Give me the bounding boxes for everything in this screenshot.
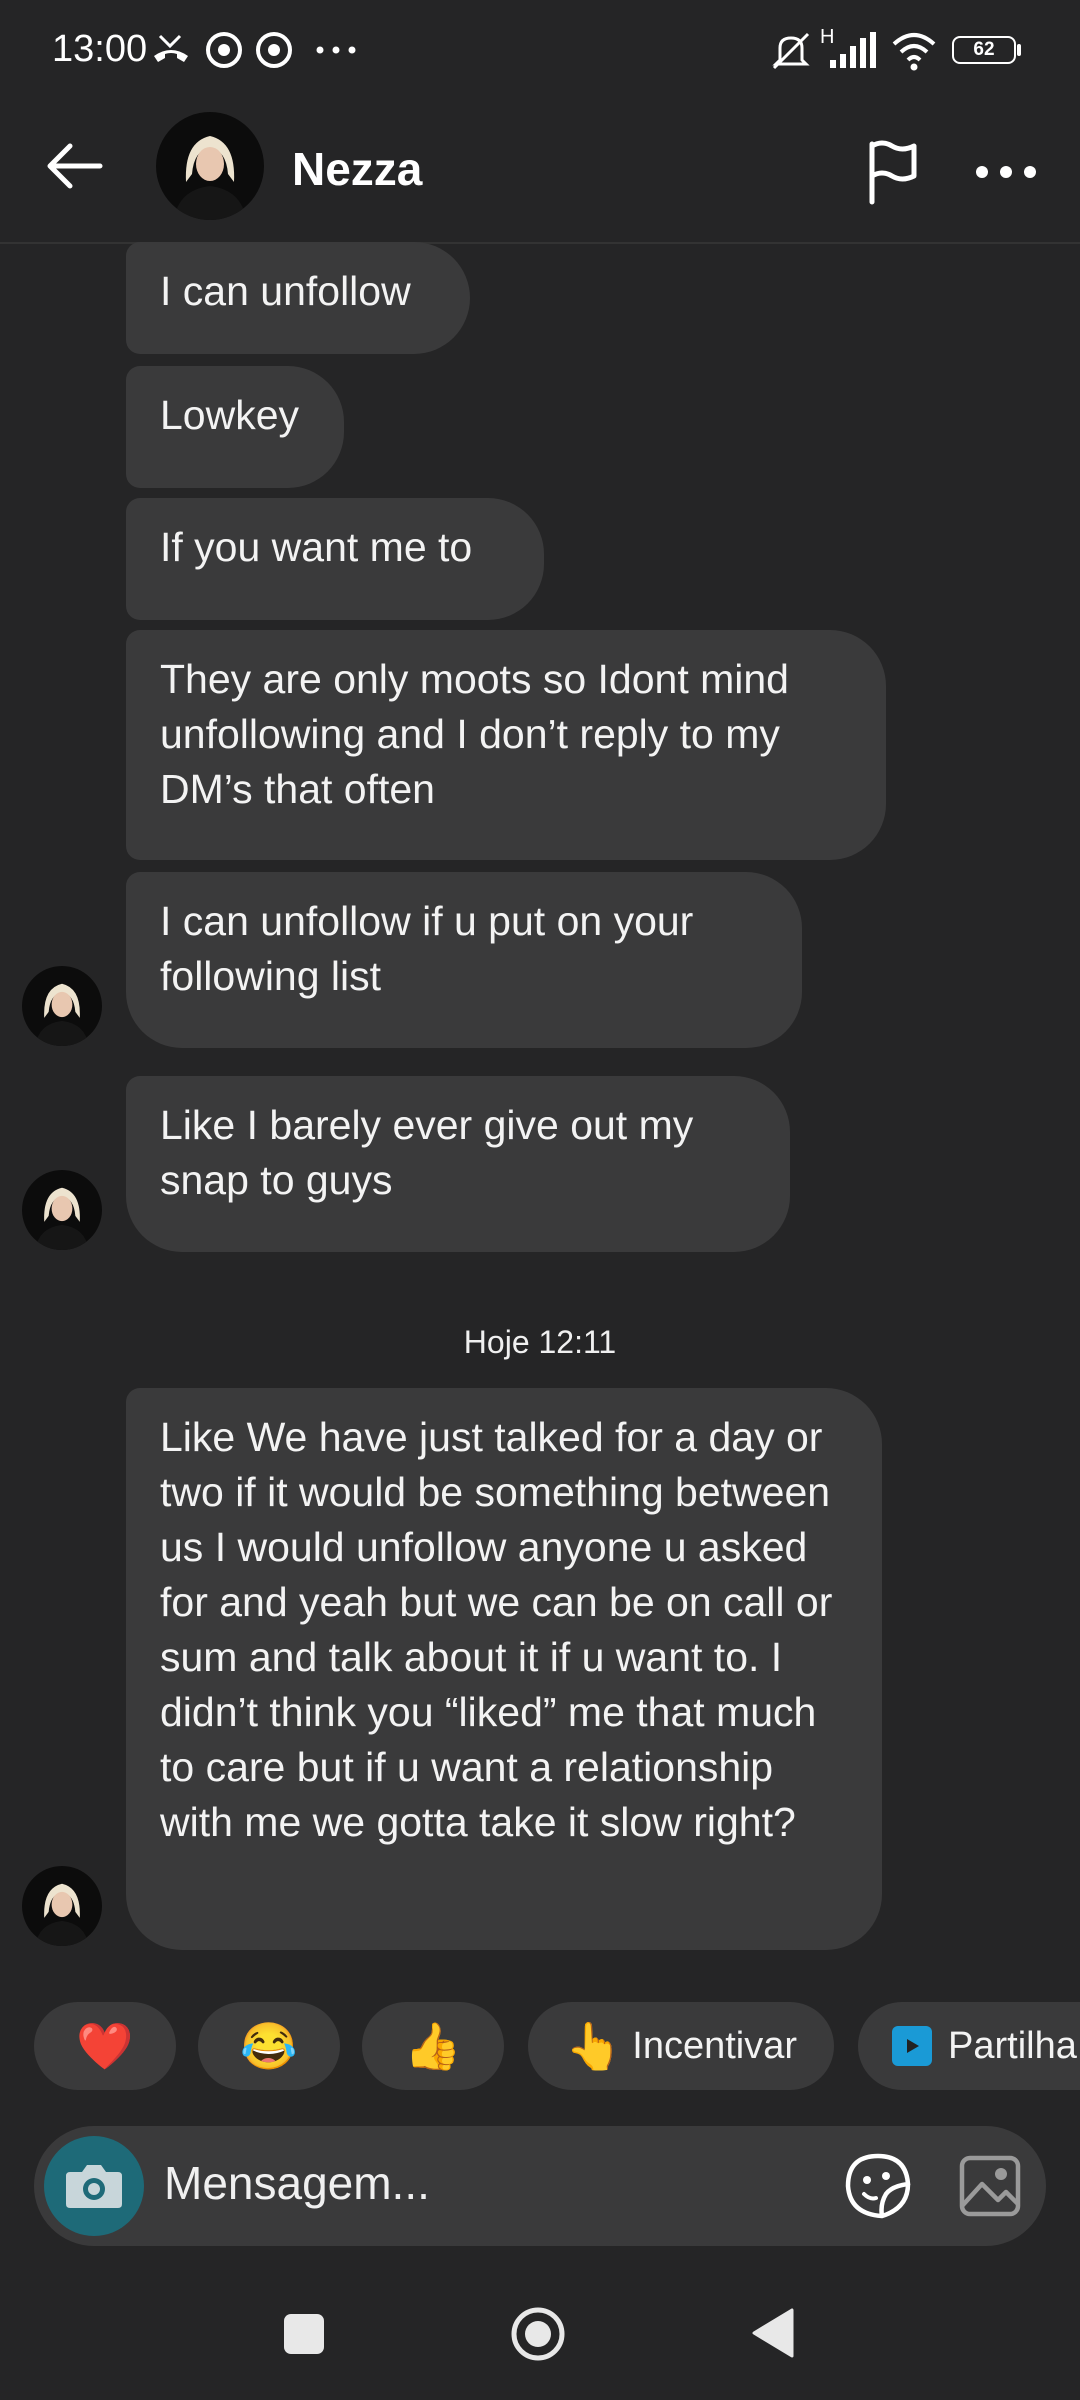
reaction-heart[interactable]: ❤️ <box>34 2002 176 2090</box>
camera-button[interactable] <box>44 2136 144 2236</box>
chat-header: Nezza <box>0 100 1080 244</box>
sender-avatar[interactable] <box>22 1866 102 1946</box>
message-composer: Mensagem... <box>34 2126 1046 2246</box>
avatar-image <box>22 1170 102 1250</box>
mute-icon <box>772 32 810 70</box>
laughing-face-icon: 😂 <box>240 2019 298 2072</box>
contact-name[interactable]: Nezza <box>292 142 422 196</box>
camera-icon <box>66 2165 122 2208</box>
message-timestamp: Hoje 12:11 <box>463 1324 617 1360</box>
wifi-icon <box>892 33 936 71</box>
message-text: I can unfollow <box>160 268 411 314</box>
flag-icon[interactable] <box>858 136 930 208</box>
reaction-laugh[interactable]: 😂 <box>198 2002 340 2090</box>
message-thread[interactable]: I can unfollow Lowkey If you want me to … <box>0 242 1080 1972</box>
message-text: I can unfollow if u put on your followin… <box>160 898 694 999</box>
message-bubble[interactable]: I can unfollow <box>126 242 470 354</box>
signal-icon <box>830 32 876 68</box>
share-label: Partilha <box>948 2024 1077 2067</box>
status-bar: 13:00 H 62 <box>0 0 1080 100</box>
heart-icon: ❤️ <box>76 2019 134 2072</box>
status-time: 13:00 <box>52 28 148 70</box>
reaction-share[interactable]: Partilha <box>858 2002 1080 2090</box>
sender-avatar[interactable] <box>22 1170 102 1250</box>
message-text: They are only moots so Idont mind unfoll… <box>160 656 789 812</box>
missed-call-icon <box>154 34 188 62</box>
gallery-icon[interactable] <box>954 2150 1026 2222</box>
reaction-thumbs-up[interactable]: 👍 <box>362 2002 504 2090</box>
pointing-up-icon: 👆 <box>564 2019 623 2072</box>
more-dots-icon <box>316 46 356 54</box>
battery-tip <box>1017 44 1021 56</box>
message-bubble[interactable]: Like I barely ever give out my snap to g… <box>126 1076 790 1252</box>
message-bubble[interactable]: I can unfollow if u put on your followin… <box>126 872 802 1048</box>
message-text: Like We have just talked for a day or tw… <box>160 1414 833 1845</box>
message-text: Lowkey <box>160 392 300 438</box>
message-text: Like I barely ever give out my snap to g… <box>160 1102 694 1203</box>
chrome-icon <box>206 32 242 68</box>
message-bubble[interactable]: If you want me to <box>126 498 544 620</box>
more-horizontal-icon[interactable] <box>970 136 1042 208</box>
message-text: If you want me to <box>160 524 473 570</box>
thumbs-up-icon: 👍 <box>404 2019 462 2072</box>
recents-button[interactable] <box>284 2314 324 2354</box>
home-button[interactable] <box>508 2304 568 2364</box>
sticker-icon[interactable] <box>842 2150 914 2222</box>
chrome-icon <box>256 32 292 68</box>
nudge-label: Incentivar <box>632 2024 798 2067</box>
message-bubble[interactable]: Like We have just talked for a day or tw… <box>126 1388 882 1950</box>
message-bubble[interactable]: Lowkey <box>126 366 344 488</box>
system-nav-bar <box>0 2270 1080 2400</box>
sender-avatar[interactable] <box>22 966 102 1046</box>
avatar-image <box>22 966 102 1046</box>
message-input[interactable]: Mensagem... <box>164 2156 430 2210</box>
share-play-icon <box>892 2026 932 2066</box>
avatar-image <box>156 112 264 220</box>
contact-avatar[interactable] <box>156 112 264 220</box>
back-button[interactable] <box>752 2308 796 2358</box>
battery-level: 62 <box>973 39 995 60</box>
quick-reactions: ❤️ 😂 👍 👆 Incentivar Partilha <box>0 2002 1080 2094</box>
avatar-image <box>22 1866 102 1946</box>
message-bubble[interactable]: They are only moots so Idont mind unfoll… <box>126 630 886 860</box>
back-arrow-icon[interactable] <box>40 130 112 202</box>
battery-icon: 62 <box>952 36 1016 64</box>
reaction-nudge[interactable]: 👆 Incentivar <box>528 2002 834 2090</box>
